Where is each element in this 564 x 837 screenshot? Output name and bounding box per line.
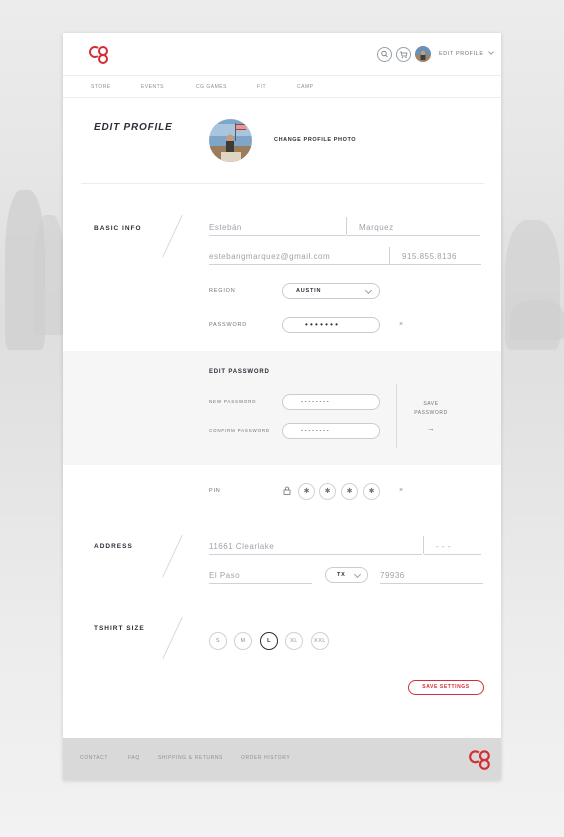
email-field[interactable]: estebangmarquez@gmail.com — [209, 252, 389, 265]
size-option-m[interactable]: M — [234, 632, 252, 650]
edit-password-title: EDIT PASSWORD — [209, 369, 270, 375]
region-select[interactable]: AUSTIN — [282, 283, 380, 299]
new-password-value: - - - - - - - - — [301, 399, 329, 405]
basic-info-label: BASIC INFO — [94, 225, 142, 232]
region-label: REGION — [209, 288, 236, 294]
size-option-xl[interactable]: XL — [285, 632, 303, 650]
save-password-button[interactable]: SAVE PASSWORD → — [408, 400, 454, 433]
address-label: ADDRESS — [94, 543, 133, 550]
pin-digit[interactable]: ✱ — [341, 483, 358, 500]
password-close-icon[interactable]: × — [399, 321, 403, 328]
cart-button[interactable] — [396, 47, 411, 62]
background-figure — [34, 215, 64, 335]
search-button[interactable] — [377, 47, 392, 62]
profile-menu-label: EDIT PROFILE — [439, 51, 484, 57]
zip-field[interactable]: 79936 — [380, 571, 483, 584]
save-password-label: PASSWORD — [414, 410, 448, 416]
size-option-l[interactable]: L — [260, 632, 278, 650]
lock-icon — [283, 486, 291, 495]
save-settings-label: SAVE SETTINGS — [422, 684, 470, 690]
section-divider — [162, 616, 183, 660]
tshirt-size-label: TSHIRT SIZE — [94, 625, 145, 632]
state-select[interactable]: TX — [325, 567, 368, 583]
confirm-password-label: CONFIRM PASSWORD — [209, 428, 270, 433]
footer: CONTACT FAQ SHIPPING & RETURNS ORDER HIS… — [63, 738, 501, 780]
chevron-down-icon — [353, 570, 362, 579]
street-field[interactable]: 11661 Clearlake — [209, 542, 422, 555]
chevron-down-icon — [364, 286, 373, 295]
nav-item-events[interactable]: EVENTS — [141, 84, 164, 90]
unit-field[interactable]: - - - — [424, 542, 481, 555]
footer-link-faq[interactable]: FAQ — [128, 755, 140, 761]
footer-link-shipping[interactable]: SHIPPING & RETURNS — [158, 755, 223, 761]
profile-menu[interactable]: EDIT PROFILE — [439, 49, 494, 57]
confirm-password-field[interactable]: - - - - - - - - — [282, 423, 380, 439]
section-divider — [162, 534, 183, 578]
nav-item-camp[interactable]: CAMP — [297, 84, 313, 90]
header-divider — [63, 75, 501, 76]
nav-divider — [63, 97, 501, 98]
chevron-down-icon — [488, 49, 494, 55]
footer-link-contact[interactable]: CONTACT — [80, 755, 108, 761]
password-panel-divider — [396, 384, 397, 448]
nav-item-store[interactable]: STORE — [91, 84, 111, 90]
last-name-field[interactable]: Marquez — [347, 223, 480, 236]
size-option-s[interactable]: S — [209, 632, 227, 650]
cg-logo[interactable] — [88, 43, 110, 65]
save-settings-button[interactable]: SAVE SETTINGS — [408, 680, 484, 695]
change-photo-link[interactable]: CHANGE PROFILE PHOTO — [274, 137, 356, 143]
password-field[interactable]: • • • • • • • — [282, 317, 380, 333]
city-field[interactable]: El Paso — [209, 571, 312, 584]
pin-label: PIN — [209, 488, 221, 494]
first-name-field[interactable]: Estebán — [209, 223, 346, 236]
password-value: • • • • • • • — [305, 320, 338, 329]
cart-icon — [400, 51, 408, 59]
search-icon — [381, 50, 388, 58]
background-figure — [510, 300, 564, 340]
password-label: PASSWORD — [209, 322, 248, 328]
footer-link-order-history[interactable]: ORDER HISTORY — [241, 755, 290, 761]
nav-item-fit[interactable]: FIT — [257, 84, 266, 90]
nav-item-cg-games[interactable]: CG GAMES — [196, 84, 227, 90]
phone-field[interactable]: 915.855.8136 — [390, 252, 481, 265]
size-option-xxl[interactable]: XXL — [311, 632, 329, 650]
pin-digit[interactable]: ✱ — [363, 483, 380, 500]
profile-card: EDIT PROFILE STORE EVENTS CG GAMES FIT C… — [63, 33, 501, 780]
title-divider — [81, 183, 484, 184]
section-divider — [162, 214, 183, 258]
profile-photo[interactable] — [209, 119, 252, 162]
region-value: AUSTIN — [296, 287, 322, 294]
new-password-label: NEW PASSWORD — [209, 399, 257, 404]
pin-close-icon[interactable]: × — [399, 487, 403, 494]
confirm-password-value: - - - - - - - - — [301, 428, 329, 434]
new-password-field[interactable]: - - - - - - - - — [282, 394, 380, 410]
pin-digit[interactable]: ✱ — [319, 483, 336, 500]
edit-password-panel: EDIT PASSWORD NEW PASSWORD - - - - - - -… — [63, 351, 501, 465]
state-value: TX — [337, 571, 346, 578]
cg-logo[interactable] — [468, 747, 492, 771]
pin-digit[interactable]: ✱ — [298, 483, 315, 500]
save-password-label: SAVE — [423, 401, 439, 407]
page-title: EDIT PROFILE — [94, 122, 173, 133]
arrow-right-icon: → — [426, 424, 436, 433]
avatar[interactable] — [415, 46, 431, 62]
